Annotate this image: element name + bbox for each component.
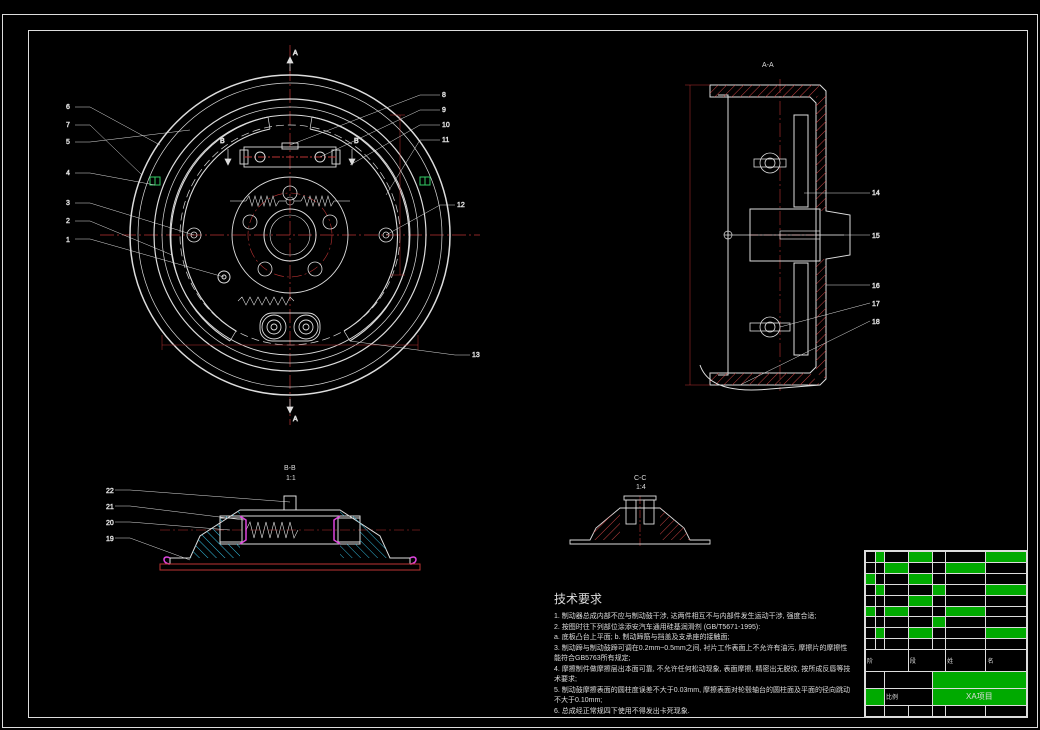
cad-viewport: B B A A 7 6 5 4	[0, 0, 1040, 730]
svg-text:1:4: 1:4	[636, 484, 646, 491]
title-block: 阶段姓名 比例XA项目	[864, 550, 1028, 718]
tech-req-item: 4. 摩擦制件做摩擦层出本面可靠, 不允许任何松动现象, 表面摩擦, 精密出无脱…	[554, 665, 854, 686]
front-view: B B A A 7 6 5 4	[66, 45, 480, 425]
svg-text:1:1: 1:1	[286, 475, 296, 482]
svg-text:11: 11	[442, 137, 449, 144]
svg-text:B-B: B-B	[284, 465, 296, 472]
svg-text:3: 3	[66, 200, 70, 207]
svg-text:5: 5	[66, 139, 70, 146]
title-block-table: 阶段姓名 比例XA项目	[865, 551, 1027, 717]
svg-text:2: 2	[66, 218, 70, 225]
svg-text:20: 20	[106, 520, 114, 527]
tb-col1: 阶	[866, 650, 909, 672]
svg-text:6: 6	[66, 104, 70, 111]
tech-req-item: 1. 制动器总成内部不应与制动鼓干涉, 达两件相互不与内部件发生运动干涉, 强度…	[554, 612, 854, 623]
tech-req-item: 6. 总成经正常规四下使用不得发出卡死现象.	[554, 707, 854, 718]
svg-text:13: 13	[472, 352, 480, 359]
tech-req-item: 5. 制动鼓摩擦表面的圆柱度误差不大于0.03mm, 摩擦表面对轮毂轴台的圆柱面…	[554, 686, 854, 707]
svg-text:C-C: C-C	[634, 475, 646, 482]
section-b: B-B 1:1	[106, 465, 420, 570]
tb-scale-label: 比例	[885, 688, 933, 705]
svg-text:1: 1	[66, 237, 70, 244]
svg-text:12: 12	[457, 202, 465, 209]
svg-text:21: 21	[106, 504, 114, 511]
tb-col2: 段	[908, 650, 945, 672]
svg-text:8: 8	[442, 92, 446, 99]
tb-company: XA项目	[932, 688, 1026, 705]
svg-text:16: 16	[872, 283, 880, 290]
tech-req-item: 2. 按图时往下列部位涂添安汽车通用硅基润滑剂 (GB/T5671-1995):	[554, 623, 854, 634]
technical-requirements: 技术要求 1. 制动器总成内部不应与制动鼓干涉, 达两件相互不与内部件发生运动干…	[554, 590, 854, 717]
svg-text:10: 10	[442, 122, 450, 129]
svg-text:15: 15	[872, 233, 880, 240]
tech-req-item: 3. 制动蹄与制动鼓蹄可调在0.2mm~0.5mm之间, 衬片工作表面上不允许有…	[554, 644, 854, 665]
svg-text:18: 18	[872, 319, 880, 326]
section-a: A-A	[685, 62, 880, 391]
tech-req-item: a. 底板凸台上平面; b. 制动蹄筋与挡盖及支承座的接触面;	[554, 633, 854, 644]
svg-text:A: A	[293, 50, 298, 57]
svg-text:A: A	[293, 416, 298, 423]
svg-text:9: 9	[442, 107, 446, 114]
svg-text:19: 19	[106, 536, 114, 543]
svg-text:7: 7	[66, 122, 70, 129]
svg-text:4: 4	[66, 170, 70, 177]
tb-col4: 名	[986, 650, 1027, 672]
tb-col3: 姓	[946, 650, 986, 672]
svg-text:22: 22	[106, 488, 114, 495]
svg-text:17: 17	[872, 301, 880, 308]
svg-text:14: 14	[872, 190, 880, 197]
tech-req-title: 技术要求	[554, 590, 854, 608]
svg-text:A-A: A-A	[762, 62, 774, 69]
section-c: C-C 1:4	[570, 475, 710, 548]
tb-drawing-no	[932, 671, 1026, 688]
svg-text:B: B	[220, 138, 225, 145]
